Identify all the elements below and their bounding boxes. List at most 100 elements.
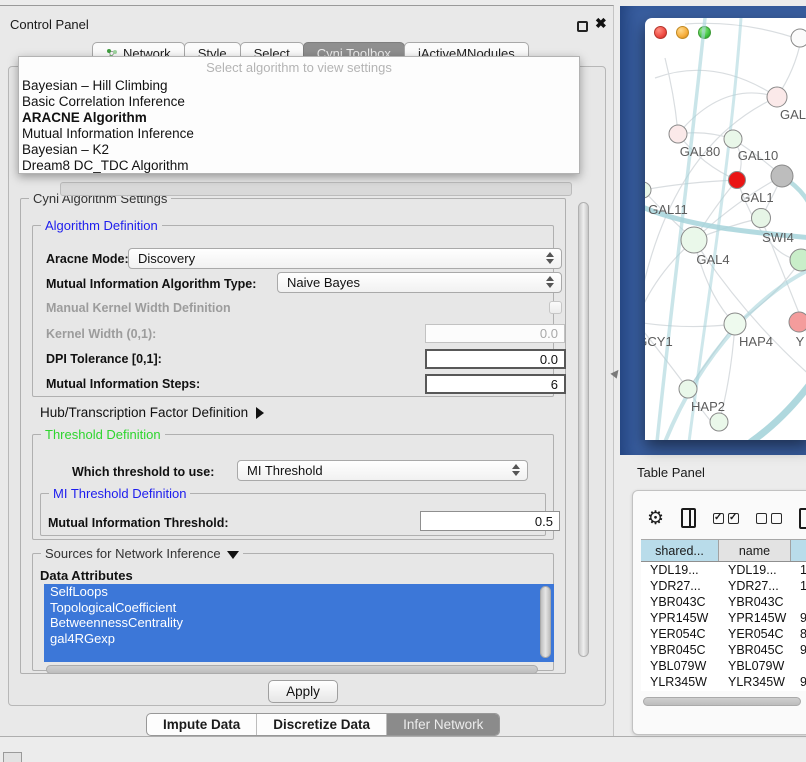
network-node-gal1[interactable] <box>729 172 746 189</box>
checked-box-icon: ✓ <box>713 513 724 524</box>
column-header[interactable] <box>791 540 806 561</box>
manual-kernel-width-checkbox[interactable] <box>549 301 562 314</box>
split-columns-icon[interactable] <box>681 508 696 528</box>
new-table-icon[interactable] <box>799 508 806 529</box>
table-cell: YER054C <box>641 626 719 642</box>
network-node-hap2[interactable] <box>679 380 697 398</box>
table-row[interactable]: YIL052CYIL052C9 <box>641 690 806 691</box>
bottom-tab-discretize-data[interactable]: Discretize Data <box>257 714 387 735</box>
table-toolbar: ⚙ ✓✓ <box>633 499 806 537</box>
attributes-horizontal-scrollbar[interactable] <box>46 665 538 674</box>
dpi-tolerance-field[interactable]: 0.0 <box>425 349 566 369</box>
network-node-gal80[interactable] <box>669 125 687 143</box>
attributes-vertical-scrollbar[interactable] <box>540 586 551 658</box>
network-edge <box>665 58 678 134</box>
close-icon[interactable]: ✖ <box>595 15 607 32</box>
network-node-gal10[interactable] <box>724 130 742 148</box>
table-body: YDL19...YDL19...13YDR27...YDR27...12YBR0… <box>641 562 806 691</box>
algorithm-option[interactable]: Bayesian – Hill Climbing <box>19 78 579 94</box>
mi-algorithm-type-value: Naive Bayes <box>287 275 360 290</box>
expander-right-arrow-icon <box>256 407 264 419</box>
mi-algorithm-type-combobox[interactable]: Naive Bayes <box>277 272 562 293</box>
network-node-y[interactable] <box>789 312 806 332</box>
table-row[interactable]: YDL19...YDL19...13 <box>641 562 806 578</box>
table-cell: YLR345W <box>719 674 791 690</box>
network-node-gal[interactable] <box>767 87 787 107</box>
bottom-divider <box>0 736 806 737</box>
bottom-tab-bar: Impute DataDiscretize DataInfer Network <box>146 713 500 736</box>
table-cell <box>791 658 806 674</box>
table-cell: 9. <box>791 610 806 626</box>
attribute-list-item[interactable]: BetweennessCentrality <box>44 615 554 631</box>
network-node[interactable] <box>710 413 728 431</box>
network-edge <box>645 322 735 327</box>
bottom-tab-impute-data[interactable]: Impute Data <box>147 714 257 735</box>
table-row[interactable]: YER054CYER054C8. <box>641 626 806 642</box>
table-horizontal-scrollbar[interactable] <box>643 697 801 706</box>
combo-stepper-icon <box>546 276 554 288</box>
dpi-tolerance-label: DPI Tolerance [0,1]: <box>46 352 162 366</box>
table-cell: YIL052C <box>719 690 791 691</box>
network-node-gal4[interactable] <box>681 227 707 253</box>
float-window-icon[interactable] <box>577 21 588 32</box>
algorithm-option[interactable]: Basic Correlation Inference <box>19 94 579 110</box>
attribute-list-item[interactable]: gal4RGexp <box>44 631 554 647</box>
algorithm-option[interactable]: ARACNE Algorithm <box>19 110 579 126</box>
table-cell: YLR345W <box>641 674 719 690</box>
aracne-mode-combobox[interactable]: Discovery <box>128 248 562 269</box>
algorithm-option[interactable]: Bayesian – K2 <box>19 142 579 158</box>
attribute-list-item[interactable] <box>44 646 554 662</box>
table-cell: YBR045C <box>641 642 719 658</box>
mi-threshold-field[interactable]: 0.5 <box>420 511 560 531</box>
mi-threshold-definition-title: MI Threshold Definition <box>49 486 190 501</box>
network-node-label: GCY1 <box>645 334 673 349</box>
collapsed-panel-button[interactable] <box>3 752 22 762</box>
network-node[interactable] <box>790 249 806 271</box>
aracne-mode-label: Aracne Mode: <box>46 252 129 266</box>
node-table: shared...name YDL19...YDL19...13YDR27...… <box>641 539 806 691</box>
apply-button[interactable]: Apply <box>268 680 338 703</box>
table-row[interactable]: YLR345WYLR345W9. <box>641 674 806 690</box>
data-attributes-label: Data Attributes <box>40 568 133 583</box>
table-cell: YER054C <box>719 626 791 642</box>
select-all-icon[interactable]: ✓✓ <box>713 513 739 524</box>
data-attributes-list: SelfLoopsTopologicalCoefficientBetweenne… <box>44 584 554 662</box>
table-cell: YBL079W <box>641 658 719 674</box>
manual-kernel-width-label: Manual Kernel Width Definition <box>46 301 231 315</box>
aracne-mode-value: Discovery <box>138 251 195 266</box>
kernel-width-field[interactable]: 0.0 <box>425 324 565 343</box>
network-node-label: HAP2 <box>691 399 725 414</box>
table-row[interactable]: YBL079WYBL079W <box>641 658 806 674</box>
table-row[interactable]: YDR27...YDR27...12 <box>641 578 806 594</box>
hub-definition-expander[interactable]: Hub/Transcription Factor Definition <box>40 405 264 420</box>
table-cell: YDR27... <box>641 578 719 594</box>
bottom-tab-infer-network[interactable]: Infer Network <box>387 714 499 735</box>
table-row[interactable]: YPR145WYPR145W9. <box>641 610 806 626</box>
hidden-combo-sliver <box>60 182 572 196</box>
algorithm-option[interactable]: Dream8 DC_TDC Algorithm <box>19 158 579 174</box>
combo-stepper-icon <box>512 464 520 476</box>
network-node-swi4[interactable] <box>752 209 771 228</box>
network-node[interactable] <box>791 29 806 47</box>
network-node-hap4[interactable] <box>724 313 746 335</box>
settings-vertical-scrollbar[interactable] <box>578 202 589 657</box>
column-header[interactable]: name <box>719 540 791 561</box>
deselect-all-icon[interactable] <box>756 513 782 524</box>
gear-icon[interactable]: ⚙ <box>647 509 664 528</box>
column-header[interactable]: shared... <box>641 540 719 561</box>
table-row[interactable]: YBR045CYBR045C9. <box>641 642 806 658</box>
kernel-width-label: Kernel Width (0,1): <box>46 327 156 341</box>
network-node-gal11[interactable] <box>645 182 651 198</box>
attribute-list-item[interactable]: TopologicalCoefficient <box>44 600 554 616</box>
table-row[interactable]: YBR043CYBR043C <box>641 594 806 610</box>
network-node-label: GAL1 <box>740 190 773 205</box>
network-view-window[interactable]: GALGAL80GAL10GAL11GAL1SWI4GAL4GCY1HAP4YH… <box>645 18 806 440</box>
network-node[interactable] <box>771 165 793 187</box>
which-threshold-combobox[interactable]: MI Threshold <box>237 460 528 481</box>
mi-steps-field[interactable]: 6 <box>425 374 566 394</box>
unchecked-box-icon <box>771 513 782 524</box>
network-canvas[interactable]: GALGAL80GAL10GAL11GAL1SWI4GAL4GCY1HAP4YH… <box>645 18 806 440</box>
algorithm-option[interactable]: Mutual Information Inference <box>19 126 579 142</box>
threshold-definition-title: Threshold Definition <box>41 427 165 442</box>
attribute-list-item[interactable]: SelfLoops <box>44 584 554 600</box>
